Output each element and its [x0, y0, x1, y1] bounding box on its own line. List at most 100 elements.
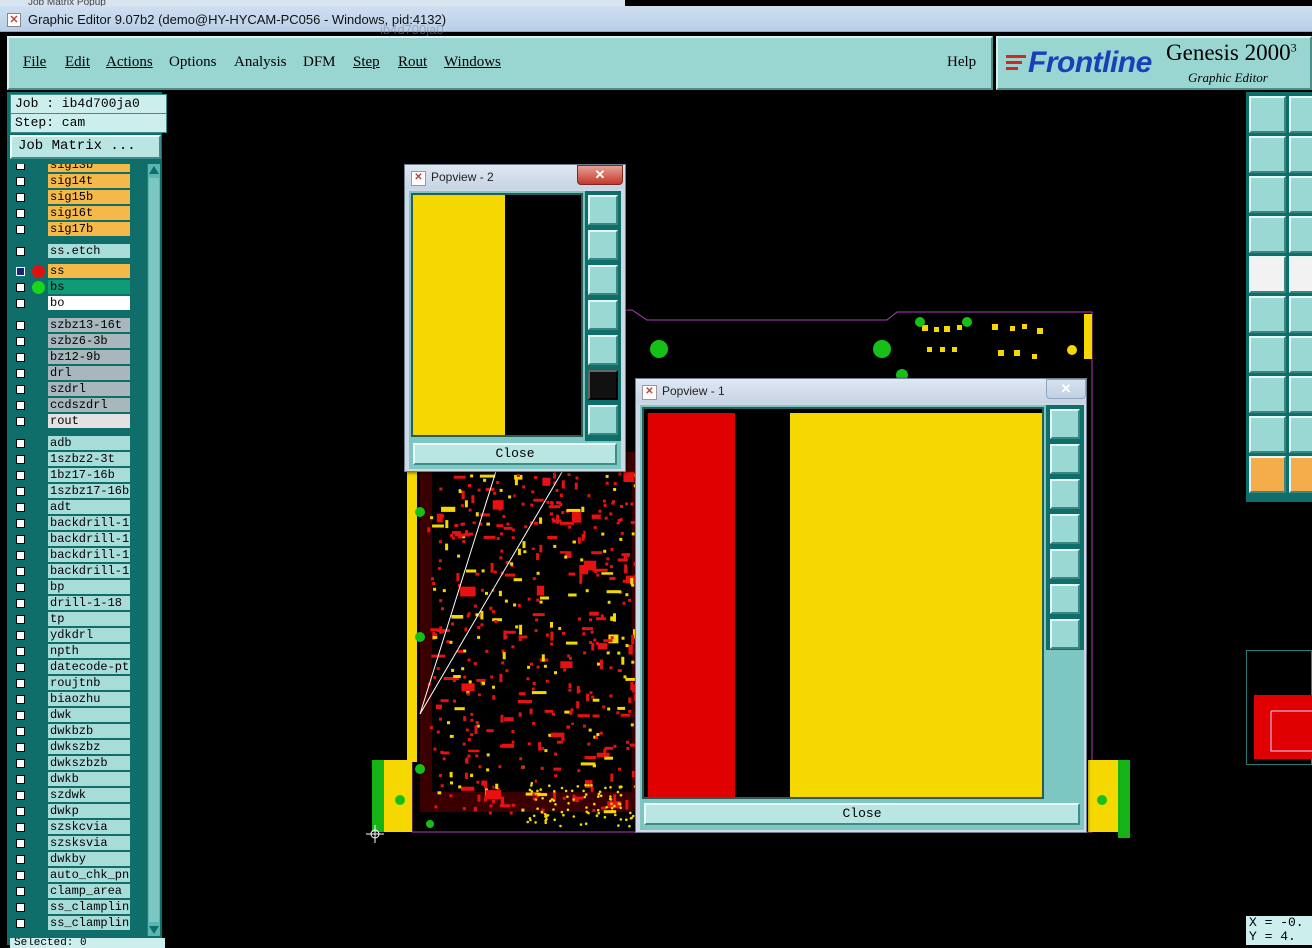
layer-row[interactable]: ccdszdrl	[10, 398, 136, 413]
layer-name[interactable]: szskcvia	[48, 820, 130, 834]
align-left-icon[interactable]	[1249, 136, 1286, 173]
layer-row[interactable]: dwkp	[10, 804, 136, 819]
pan-down-icon[interactable]	[588, 265, 618, 295]
layer-row[interactable]: dwkszbzb	[10, 756, 136, 771]
layer-row[interactable]: dwkb	[10, 772, 136, 787]
layer-checkbox[interactable]	[16, 551, 25, 560]
layer-checkbox[interactable]	[16, 647, 25, 656]
layer-name[interactable]: dwkszbzb	[48, 756, 130, 770]
pan-left-icon[interactable]	[588, 300, 618, 330]
layer-name[interactable]: ss	[48, 264, 130, 278]
cross-icon[interactable]	[1289, 296, 1312, 333]
layer-name[interactable]: drl	[48, 366, 130, 380]
layer-name[interactable]: sig13b	[48, 164, 130, 172]
layer-name[interactable]: datecode-pt	[48, 660, 130, 674]
layer-checkbox[interactable]	[16, 599, 25, 608]
layer-name[interactable]: adb	[48, 436, 130, 450]
zoom-out-icon[interactable]	[1050, 619, 1080, 649]
line-icon[interactable]	[1249, 336, 1286, 373]
layer-row[interactable]: datecode-pt	[10, 660, 136, 675]
layer-checkbox[interactable]	[16, 455, 25, 464]
layer-name[interactable]: 1szbz17-16b	[48, 484, 130, 498]
layer-checkbox[interactable]	[16, 439, 25, 448]
layer-checkbox[interactable]	[16, 711, 25, 720]
layer-name[interactable]: sig17b	[48, 222, 130, 236]
layer-name[interactable]: rout	[48, 414, 130, 428]
pan-right-icon[interactable]	[588, 335, 618, 365]
layer-row[interactable]: sig17b	[10, 222, 136, 237]
layer-name[interactable]: dwkszbz	[48, 740, 130, 754]
layer-row[interactable]: szskcvia	[10, 820, 136, 835]
layer-checkbox[interactable]	[16, 727, 25, 736]
layer-checkbox[interactable]	[16, 791, 25, 800]
layer-name[interactable]: dwkbzb	[48, 724, 130, 738]
layer-row[interactable]: dwkszbz	[10, 740, 136, 755]
layer-checkbox[interactable]	[16, 839, 25, 848]
net-icon[interactable]	[1249, 296, 1286, 333]
layer-checkbox[interactable]	[16, 871, 25, 880]
overview-map[interactable]	[1246, 650, 1312, 765]
menu-file[interactable]: File	[23, 54, 46, 71]
layer-row[interactable]: sig16t	[10, 206, 136, 221]
layer-checkbox[interactable]	[16, 177, 25, 186]
layer-name[interactable]: ss_clamplin	[48, 916, 130, 930]
layer-name[interactable]: sig15b	[48, 190, 130, 204]
marker-icon[interactable]	[1289, 216, 1312, 253]
layer-row[interactable]: 1bz17-16b	[10, 468, 136, 483]
layer-row[interactable]: backdrill-1-	[10, 532, 136, 547]
popview-2-window[interactable]: ✕ Popview - 2 ✕ Close	[404, 164, 626, 472]
layer-checkbox[interactable]	[16, 743, 25, 752]
layer-checkbox[interactable]	[16, 471, 25, 480]
layer-name[interactable]: dwk	[48, 708, 130, 722]
layer-checkbox[interactable]	[16, 283, 25, 292]
layer-name[interactable]: npth	[48, 644, 130, 658]
layer-row[interactable]: auto_chk_pn	[10, 868, 136, 883]
layer-checkbox[interactable]	[16, 267, 25, 276]
layer-name[interactable]: szsksvia	[48, 836, 130, 850]
layer-checkbox[interactable]	[16, 535, 25, 544]
layer-row[interactable]: bo	[10, 296, 136, 311]
popview-2-close-x-button[interactable]: ✕	[577, 165, 623, 185]
layer-row[interactable]: rout	[10, 414, 136, 429]
layer-row[interactable]: szdrl	[10, 382, 136, 397]
layer-row[interactable]: backdrill-18	[10, 564, 136, 579]
job-matrix-button[interactable]: Job Matrix ...	[10, 135, 161, 159]
layer-checkbox[interactable]	[16, 337, 25, 346]
menu-step[interactable]: Step	[353, 54, 380, 71]
layer-name[interactable]: ss_clamplin	[48, 900, 130, 914]
popview-1-window[interactable]: ✕ Popview - 1 ✕ Close	[635, 378, 1087, 833]
layer-checkbox[interactable]	[16, 401, 25, 410]
layer-checkbox[interactable]	[16, 487, 25, 496]
layer-row[interactable]: szdwk	[10, 788, 136, 803]
layer-checkbox[interactable]	[16, 164, 25, 170]
layer-row[interactable]: ss_clamplin	[10, 900, 136, 915]
route-icon[interactable]	[1249, 376, 1286, 413]
layer-name[interactable]: bs	[48, 280, 130, 294]
menu-windows[interactable]: Windows	[444, 54, 501, 71]
layer-row[interactable]: biaozhu	[10, 692, 136, 707]
layer-row[interactable]: tp	[10, 612, 136, 627]
popview-2-close-button[interactable]: Close	[413, 443, 617, 465]
layer-row[interactable]: clamp_area	[10, 884, 136, 899]
layer-checkbox[interactable]	[16, 775, 25, 784]
layer-name[interactable]: szbz6-3b	[48, 334, 130, 348]
pointer-alt-icon[interactable]	[1289, 456, 1312, 493]
layer-name[interactable]: dwkby	[48, 852, 130, 866]
layer-name[interactable]: ss.etch	[48, 244, 130, 258]
layer-name[interactable]: auto_chk_pn	[48, 868, 130, 882]
probe-icon[interactable]	[1289, 256, 1312, 293]
menu-edit[interactable]: Edit	[65, 54, 90, 71]
layer-name[interactable]: drill-1-18	[48, 596, 130, 610]
layer-checkbox[interactable]	[16, 695, 25, 704]
layer-checkbox[interactable]	[16, 631, 25, 640]
pan-up-icon[interactable]	[588, 230, 618, 260]
layer-checkbox[interactable]	[16, 615, 25, 624]
line-red-icon[interactable]	[1289, 336, 1312, 373]
layer-row[interactable]: 1szbz17-16b	[10, 484, 136, 499]
layer-name[interactable]: dwkp	[48, 804, 130, 818]
layer-row[interactable]: adb	[10, 436, 136, 451]
zoom-box-icon[interactable]	[1050, 409, 1080, 439]
layer-checkbox[interactable]	[16, 519, 25, 528]
layer-row[interactable]: bz12-9b	[10, 350, 136, 365]
clamp-icon[interactable]	[1249, 216, 1286, 253]
